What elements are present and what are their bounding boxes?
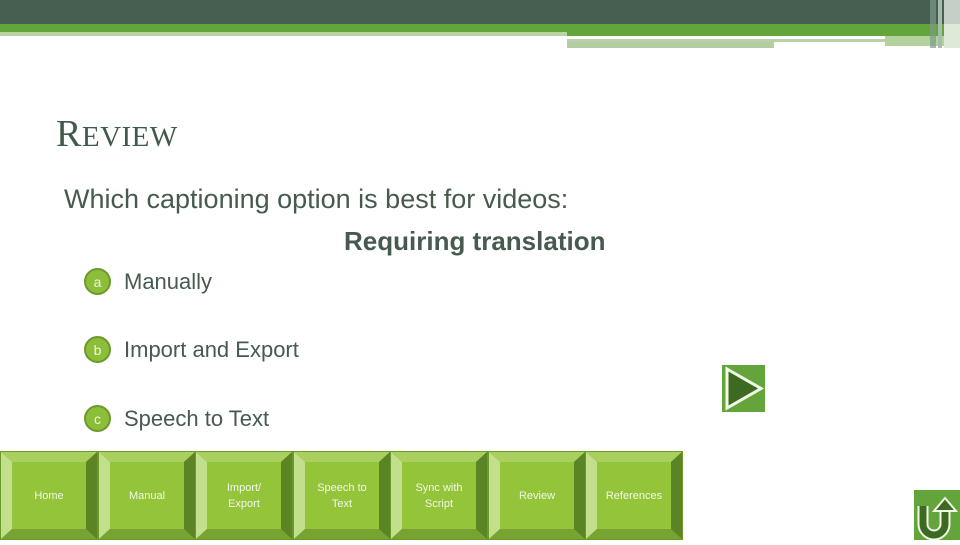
nav-button-review[interactable]: Review	[488, 451, 586, 540]
nav-button-speech-to-text[interactable]: Speech to Text	[293, 451, 391, 540]
nav-button-label: Speech to Text	[317, 481, 367, 510]
option-label: Speech to Text	[124, 405, 270, 431]
answer-option-c[interactable]: c Speech to Text	[84, 405, 269, 432]
nav-button-references[interactable]: References	[585, 451, 683, 540]
option-bullet-icon: c	[84, 405, 111, 432]
nav-button-manual[interactable]: Manual	[98, 451, 196, 540]
slide-title: REVIEW	[56, 112, 178, 156]
header-band-light	[0, 32, 567, 36]
slide-title-initial: R	[56, 113, 82, 155]
header-edge	[930, 0, 936, 48]
nav-button-label: Sync with Script	[415, 481, 463, 510]
nav-button-home[interactable]: Home	[0, 451, 98, 540]
answer-option-b[interactable]: b Import and Export	[84, 336, 299, 363]
option-label: Manually	[124, 268, 213, 294]
answer-option-a[interactable]: a Manually	[84, 268, 212, 295]
header-edge	[944, 24, 960, 48]
nav-button-sync-with-script[interactable]: Sync with Script	[390, 451, 488, 540]
nav-button-label: Review	[518, 489, 556, 502]
nav-button-import-export[interactable]: Import/Export	[195, 451, 293, 540]
return-button[interactable]	[914, 490, 960, 541]
slide-title-rest: EVIEW	[81, 121, 178, 153]
sub-question-text: Requiring translation	[344, 226, 606, 256]
header-edge	[938, 0, 942, 48]
header-band-green	[0, 24, 945, 32]
question-text: Which captioning option is best for vide…	[64, 184, 569, 214]
play-icon	[725, 366, 765, 411]
nav-button-label: Import/Export	[226, 481, 262, 510]
nav-button-label: Home	[34, 489, 64, 502]
nav-button-label: References	[605, 489, 663, 502]
navigation-bar: Home Manual Import/Export Speech to Text Sync…	[0, 451, 683, 540]
header-stripe-low	[567, 42, 774, 48]
option-bullet-icon: a	[84, 268, 111, 295]
header-stripe-right	[885, 36, 945, 46]
next-slide-button[interactable]	[722, 365, 765, 412]
u-turn-icon	[917, 496, 959, 541]
option-label: Import and Export	[124, 336, 299, 362]
nav-button-label: Manual	[128, 489, 166, 502]
option-bullet-icon: b	[84, 336, 111, 363]
header-band-dark	[0, 0, 960, 24]
